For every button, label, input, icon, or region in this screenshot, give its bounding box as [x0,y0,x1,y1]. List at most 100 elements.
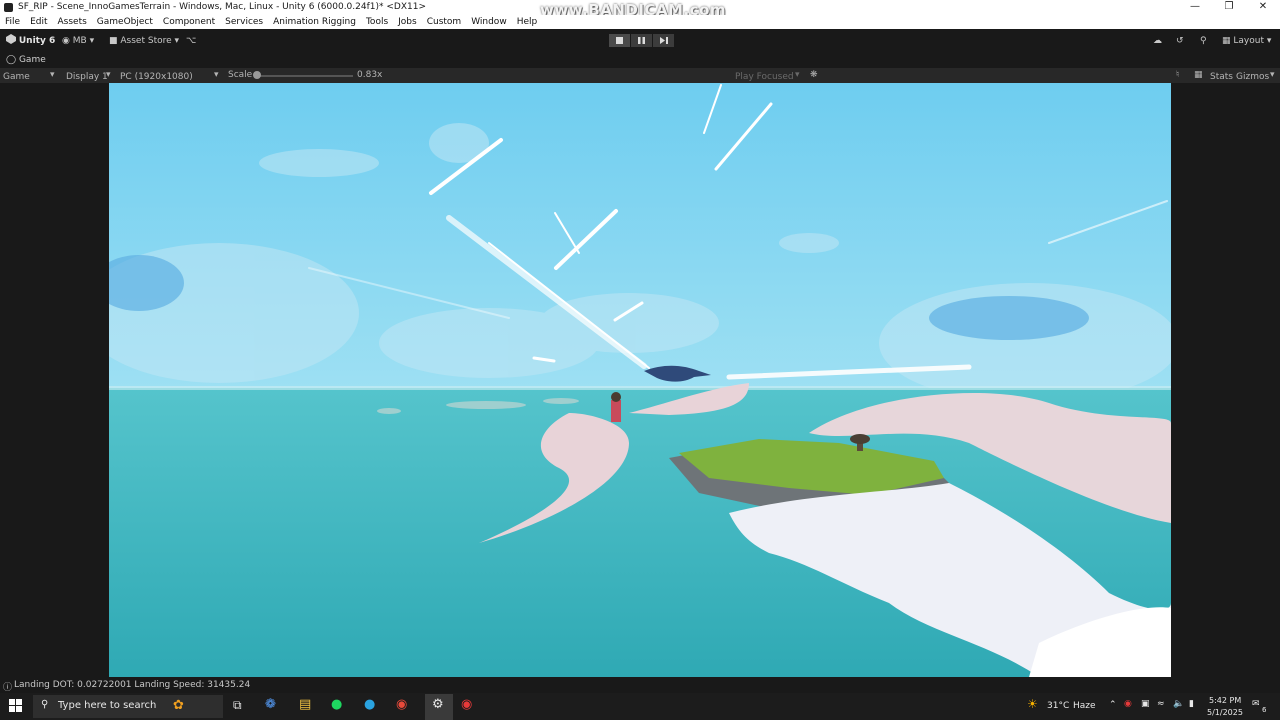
windows-start-button[interactable] [9,699,22,715]
file-explorer-icon[interactable]: ▤ [299,697,311,712]
menu-component[interactable]: Component [158,15,220,29]
stats-label: Stats [1210,72,1233,82]
menu-gameobject[interactable]: GameObject [92,15,158,29]
user-icon: ◉ [62,36,70,46]
audio-mute-icon[interactable]: ♮ [1176,70,1179,80]
game-scene [109,83,1171,677]
panel-tab-bar: ◯ Game [0,53,1280,68]
stats-grid-icon: ▦ [1194,70,1203,80]
gamepad-icon: ◯ [6,55,17,65]
unity-cube-icon [6,34,16,44]
taskbar-search-box[interactable]: ⚲ Type here to search ✿ [33,695,223,718]
tab-game-label: Game [18,55,46,65]
pause-icon [638,37,645,44]
cloud-icon[interactable]: ☁ [1153,34,1162,48]
stop-button[interactable] [609,34,630,47]
pause-button[interactable] [631,34,652,47]
scale-label: Scale [228,70,253,80]
step-button[interactable] [653,34,674,47]
horizon [109,386,1171,390]
unity-account-button[interactable]: Unity 6 [6,34,55,48]
weather-icon[interactable]: ☀ [1027,697,1038,711]
menu-animation-rigging[interactable]: Animation Rigging [268,15,361,29]
user-account-dropdown[interactable]: ◉ MB ▾ [62,34,94,48]
branch-icon: ⌥ [186,36,197,46]
menu-edit[interactable]: Edit [25,15,52,29]
chevron-down-icon: ▾ [106,70,111,80]
menu-window[interactable]: Window [466,15,512,29]
display-label: Display 1 [66,72,108,82]
menu-file[interactable]: File [0,15,25,29]
recording-tray-icon[interactable]: ◉ [1124,699,1132,709]
unity-logo-icon [4,3,13,12]
windows-logo-icon [9,699,22,712]
scale-slider-handle[interactable] [253,71,261,79]
volume-icon[interactable]: 🔈 [1173,699,1184,709]
clock-date[interactable]: 5/1/2025 [1207,708,1243,717]
info-icon: ⓘ [3,683,13,693]
close-button[interactable]: ✕ [1246,0,1280,15]
battery-icon[interactable]: ▮ [1189,699,1194,709]
tray-app-icon[interactable]: ▣ [1141,699,1150,709]
step-icon [659,37,668,44]
chevron-down-icon: ▾ [174,36,180,46]
chevron-up-icon[interactable]: ⌃ [1109,700,1117,710]
search-icon[interactable]: ⚲ [1200,34,1207,48]
clock-time[interactable]: 5:42 PM [1209,696,1241,705]
play-controls [609,34,674,47]
weather-description[interactable]: Haze [1073,701,1096,711]
chevron-down-icon: ▾ [1266,36,1272,46]
account-label: Unity 6 [18,36,56,46]
chevron-down-icon: ▾ [214,70,219,80]
asset-store-dropdown[interactable]: ■ Asset Store ▾ [109,34,179,48]
play-mode-label: Play Focused [735,72,794,82]
view-label: Game [3,72,30,82]
tab-game[interactable]: ◯ Game [6,55,46,65]
telegram-icon[interactable]: ● [364,697,375,712]
chevron-down-icon: ▾ [795,70,800,80]
game-viewport[interactable] [109,83,1171,677]
bandicam-record-icon[interactable]: ◉ [461,697,472,712]
notification-icon[interactable]: ✉ [1252,699,1260,709]
game-view-toolbar: Game ▾ Display 1 ▾ PC (1920x1080) ▾ Scal… [0,68,1280,83]
minimize-button[interactable]: — [1178,0,1212,15]
menu-tools[interactable]: Tools [361,15,393,29]
resolution-label: PC (1920x1080) [120,72,193,82]
layout-label: Layout [1233,36,1264,46]
menu-bar: File Edit Assets GameObject Component Se… [0,15,1280,29]
user-label: MB [72,36,87,46]
window-title: SF_RIP - Scene_InnoGamesTerrain - Window… [18,2,426,12]
version-control-button[interactable]: ⌥ [186,34,196,48]
chevron-down-icon: ▾ [89,36,95,46]
search-placeholder: Type here to search [58,700,157,711]
task-view-icon[interactable]: ⧉ [233,698,242,713]
wifi-icon[interactable]: ≈ [1157,699,1165,709]
copilot-icon[interactable]: ❁ [265,697,276,712]
menu-jobs[interactable]: Jobs [393,15,422,29]
bag-icon: ■ [109,36,118,46]
console-status-bar[interactable]: ⓘ Landing DOT: 0.02722001 Landing Speed:… [0,678,1280,693]
history-icon[interactable]: ↺ [1176,34,1184,48]
menu-help[interactable]: Help [512,15,543,29]
weather-temperature[interactable]: 31°C [1047,701,1069,711]
bug-icon[interactable]: ❋ [810,70,818,80]
spotify-icon[interactable]: ● [331,697,342,712]
scale-slider-track[interactable] [256,75,353,77]
menu-services[interactable]: Services [220,15,268,29]
chevron-down-icon: ▾ [50,70,55,80]
maximize-button[interactable]: ❐ [1212,0,1246,15]
asset-store-label: Asset Store [120,36,172,46]
menu-assets[interactable]: Assets [53,15,92,29]
chrome-icon[interactable]: ◉ [396,697,407,712]
notification-count: 6 [1262,706,1267,714]
stop-icon [616,37,623,44]
search-icon: ⚲ [41,699,49,710]
menu-custom[interactable]: Custom [422,15,466,29]
scale-value: 0.83x [357,70,383,80]
chevron-down-icon: ▾ [1270,70,1275,80]
layout-icon: ▦ [1222,36,1231,46]
player-head [611,392,621,402]
player-character [611,400,621,422]
layout-dropdown[interactable]: ▦ Layout ▾ [1222,34,1271,48]
gizmos-label: Gizmos [1236,72,1270,82]
